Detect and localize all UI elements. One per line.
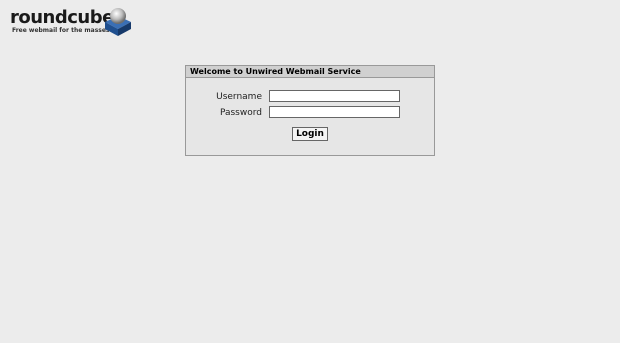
logo-wordmark: roundcube bbox=[10, 7, 114, 28]
login-box: Welcome to Unwired Webmail Service Usern… bbox=[185, 65, 435, 156]
password-input[interactable] bbox=[269, 106, 400, 118]
login-page: roundcube Free webmail for the masses We… bbox=[0, 0, 620, 343]
username-label: Username bbox=[216, 92, 262, 102]
logo-tagline: Free webmail for the masses bbox=[12, 27, 110, 34]
roundcube-cube-icon bbox=[105, 8, 131, 36]
login-box-title: Welcome to Unwired Webmail Service bbox=[186, 66, 434, 78]
login-button[interactable]: Login bbox=[292, 127, 328, 141]
password-label: Password bbox=[219, 108, 262, 118]
username-input[interactable] bbox=[269, 90, 400, 102]
password-row: Password bbox=[186, 106, 434, 120]
username-row: Username bbox=[186, 90, 434, 104]
roundcube-logo: roundcube Free webmail for the masses bbox=[10, 5, 131, 39]
